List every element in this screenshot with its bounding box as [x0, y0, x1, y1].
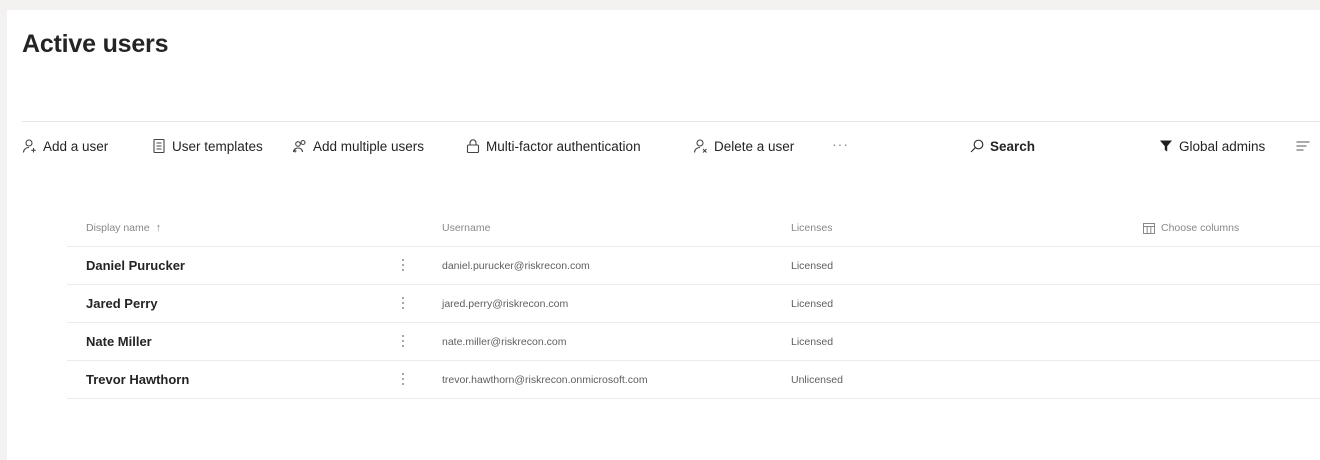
person-delete-icon [693, 138, 709, 154]
table-row[interactable]: Daniel Purucker daniel.purucker@riskreco… [67, 247, 1320, 285]
table-row[interactable]: Trevor Hawthorn trevor.hawthorn@riskreco… [67, 361, 1320, 399]
add-multiple-users-button[interactable]: Add multiple users [292, 138, 424, 154]
user-license-status: Unlicensed [791, 374, 843, 386]
global-admins-filter[interactable]: Global admins [1158, 138, 1265, 154]
mfa-label: Multi-factor authentication [486, 138, 641, 154]
column-header-display-name[interactable]: Display name ↑ [86, 222, 161, 234]
column-header-licenses[interactable]: Licenses [791, 222, 832, 234]
columns-icon [1143, 222, 1155, 234]
search-icon [969, 138, 985, 154]
command-bar: Add a user User templates Add multiple u… [22, 121, 1320, 172]
add-multiple-users-label: Add multiple users [313, 138, 425, 154]
user-username: trevor.hawthorn@riskrecon.onmicrosoft.co… [442, 374, 648, 386]
user-license-status: Licensed [791, 298, 834, 310]
user-templates-label: User templates [172, 138, 263, 154]
more-vertical-icon[interactable] [397, 292, 409, 314]
user-username: jared.perry@riskrecon.com [442, 298, 569, 310]
user-username: nate.miller@riskrecon.com [442, 336, 567, 348]
delete-user-button[interactable]: Delete a user [693, 138, 794, 154]
more-vertical-icon[interactable] [397, 330, 409, 352]
user-display-name[interactable]: Trevor Hawthorn [86, 372, 189, 387]
view-options-button[interactable] [1295, 138, 1316, 154]
table-row[interactable]: Jared Perry jared.perry@riskrecon.com Li… [67, 285, 1320, 323]
display-name-header-label: Display name [86, 222, 150, 234]
choose-columns-label: Choose columns [1161, 222, 1240, 234]
search-button[interactable]: Search [969, 138, 1035, 154]
filter-icon [1158, 138, 1174, 154]
add-user-button[interactable]: Add a user [22, 138, 108, 154]
view-options-icon [1295, 138, 1311, 154]
filter-label: Global admins [1179, 138, 1266, 154]
user-display-name[interactable]: Daniel Purucker [86, 258, 185, 273]
delete-user-label: Delete a user [714, 138, 795, 154]
user-username: daniel.purucker@riskrecon.com [442, 260, 590, 272]
template-icon [151, 138, 167, 154]
user-display-name[interactable]: Jared Perry [86, 296, 158, 311]
add-user-label: Add a user [43, 138, 109, 154]
lock-icon [465, 138, 481, 154]
sort-ascending-icon: ↑ [155, 222, 162, 234]
people-add-icon [292, 138, 308, 154]
user-license-status: Licensed [791, 336, 834, 348]
person-add-icon [22, 138, 38, 154]
search-label: Search [990, 138, 1036, 154]
user-templates-button[interactable]: User templates [151, 138, 263, 154]
user-license-status: Licensed [791, 260, 834, 272]
choose-columns-button[interactable]: Choose columns [1143, 222, 1239, 234]
active-users-page: Active users Add a user User templates A… [7, 10, 1320, 460]
table-row[interactable]: Nate Miller nate.miller@riskrecon.com Li… [67, 323, 1320, 361]
more-actions-button[interactable]: ··· [832, 136, 849, 152]
more-vertical-icon[interactable] [397, 254, 409, 276]
column-header-username[interactable]: Username [442, 222, 490, 234]
user-display-name[interactable]: Nate Miller [86, 334, 152, 349]
more-vertical-icon[interactable] [397, 368, 409, 390]
mfa-button[interactable]: Multi-factor authentication [465, 138, 641, 154]
page-title: Active users [22, 30, 169, 58]
